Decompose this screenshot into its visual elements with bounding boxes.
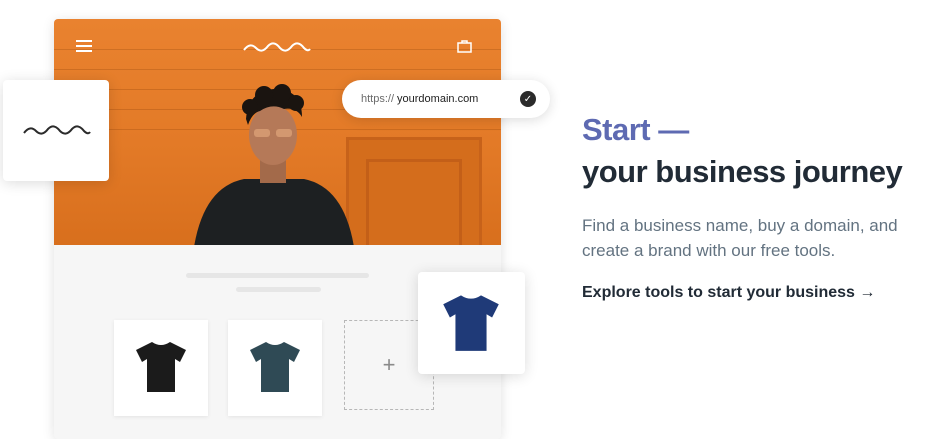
placeholder-subtitle-line — [236, 287, 321, 292]
featured-product-card — [418, 272, 525, 374]
wave-logo-icon — [23, 125, 91, 135]
url-protocol: https:// — [361, 93, 395, 105]
placeholder-title-line — [186, 273, 369, 278]
check-circle-icon: ✓ — [520, 91, 536, 107]
tshirt-icon — [250, 342, 300, 392]
brand-logo-card — [3, 80, 109, 181]
tshirt-icon — [443, 295, 499, 351]
url-domain: yourdomain.com — [397, 93, 479, 105]
model-photo — [194, 84, 354, 245]
product-card[interactable] — [114, 320, 208, 416]
shopping-bag-icon[interactable] — [457, 39, 472, 53]
description-text: Find a business name, buy a domain, and … — [582, 216, 898, 260]
product-card[interactable] — [228, 320, 322, 416]
wave-logo-icon — [243, 42, 311, 52]
plus-icon: + — [382, 352, 396, 377]
domain-url-pill: https:// yourdomain.com ✓ — [342, 80, 550, 118]
page-title: your business journey — [582, 154, 903, 189]
headline-accent: Start — — [582, 112, 689, 147]
explore-tools-link[interactable]: Explore tools to start your business → — [582, 284, 875, 302]
hamburger-menu-icon[interactable] — [76, 40, 92, 55]
hero-banner — [54, 19, 501, 245]
tshirt-icon — [136, 342, 186, 392]
